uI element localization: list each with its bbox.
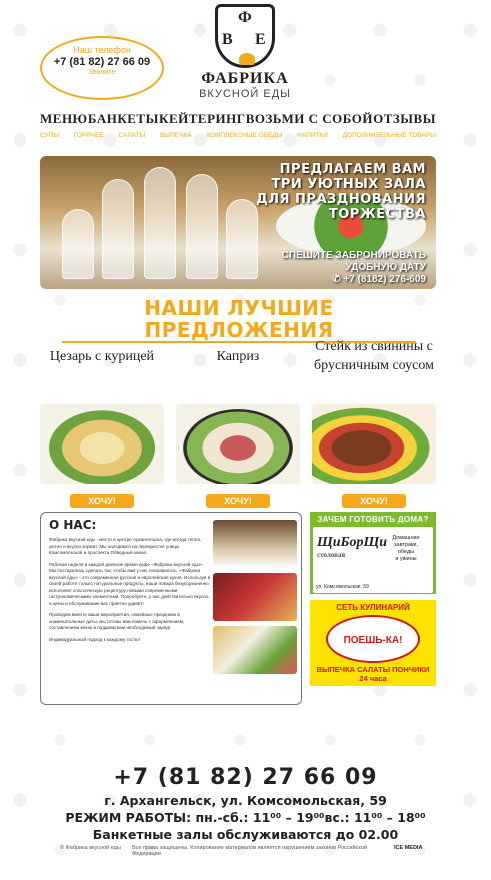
- subnav-drinks[interactable]: НАПИТКИ: [297, 132, 328, 139]
- footer-banquet: Банкетные залы обслуживаются до 02.00: [92, 827, 399, 842]
- promo-side-text: Домашние завтраки, обеды и ужины: [383, 535, 429, 563]
- banner-line: ПРЕДЛАГАЕМ ВАМ: [279, 162, 426, 177]
- promo-brand-name: ЩиБорЩи: [317, 535, 387, 550]
- promo-title: ЗАЧЕМ ГОТОВИТЬ ДОМА?: [317, 515, 429, 524]
- phone-label: Наш телефон: [73, 45, 131, 55]
- main-nav: МЕНЮ БАНКЕТЫ КЕЙТЕРИНГ ВОЗЬМИ С СОБОЙ ОТ…: [40, 111, 436, 127]
- buffet-photo[interactable]: [213, 626, 297, 674]
- pork-steak-image: [312, 404, 436, 484]
- promo-brand-sub: столовая: [317, 551, 346, 559]
- nav-catering[interactable]: КЕЙТЕРИНГ: [159, 111, 246, 127]
- glass-image: [62, 209, 94, 279]
- promo-brand: ЩиБорЩи столовая: [317, 535, 387, 559]
- want-button[interactable]: ХОЧУ!: [206, 494, 270, 508]
- subnav-hot[interactable]: ГОРЯЧЕЕ: [74, 132, 104, 139]
- offer-card: Стейк из свинины с брусничным соусом ХОЧ…: [312, 326, 436, 509]
- promo-bottom-line: ВЫПЕЧКА САЛАТЫ ПОНЧИКИ: [316, 665, 430, 674]
- offer-card: Цезарь с курицей ХОЧУ!: [40, 326, 164, 509]
- banner-cta-line: СПЕШИТЕ ЗАБРОНИРОВАТЬ: [281, 250, 426, 261]
- nav-reviews[interactable]: ОТЗЫВЫ: [373, 111, 436, 127]
- promo-side-line: обеды: [397, 549, 415, 555]
- banner-cta-line: УДОБНУЮ ДАТУ: [345, 262, 426, 273]
- footer-copyright: © Фабрика вкусной еды: [60, 845, 121, 851]
- footer-rights: Все права защищены. Копирование материал…: [132, 845, 368, 857]
- about-section: О НАС: Фабрика вкусной еды - место в цен…: [40, 512, 302, 705]
- subnav-lunches[interactable]: КОМПЛЕКСНЫЕ ОБЕДЫ: [206, 132, 282, 139]
- glass-image: [226, 199, 258, 279]
- nav-banquets[interactable]: БАНКЕТЫ: [88, 111, 159, 127]
- about-paragraph: Фабрика вкусной еды - место в центре Арх…: [49, 537, 202, 555]
- subnav-salads[interactable]: САЛАТЫ: [118, 132, 145, 139]
- footer-phone[interactable]: +7 (81 82) 27 66 09: [0, 765, 491, 790]
- offer-card: Каприз ХОЧУ!: [176, 326, 300, 509]
- glass-image: [144, 167, 176, 279]
- banner-phone-number: +7 (8182) 276-609: [343, 274, 426, 285]
- logo-letter: В: [222, 31, 233, 48]
- want-button[interactable]: ХОЧУ!: [70, 494, 134, 508]
- banner-line: ДЛЯ ПРАЗДНОВАНИЯ: [256, 192, 426, 207]
- logo-letter: Е: [255, 31, 266, 48]
- developer-logo[interactable]: ICE MEDIA: [394, 845, 422, 851]
- promo-bottom: ВЫПЕЧКА САЛАТЫ ПОНЧИКИ 24 часа: [313, 665, 433, 683]
- brand-logo[interactable]: Ф В Е ФАБРИКА ВКУСНОЙ ЕДЫ: [195, 4, 295, 100]
- phone-icon: ✆: [332, 274, 344, 285]
- phone-badge[interactable]: Наш телефон +7 (81 82) 27 66 09 Звоните: [40, 36, 164, 100]
- banner-cta: СПЕШИТЕ ЗАБРОНИРОВАТЬ УДОБНУЮ ДАТУ ✆ +7 …: [282, 250, 426, 286]
- glass-image: [102, 179, 134, 279]
- footer-address: г. Архангельск, ул. Комсомольская, 59: [104, 793, 387, 808]
- logo-letter: Ф: [238, 9, 252, 26]
- promo-side-line: и ужины: [395, 556, 417, 562]
- header-phone[interactable]: +7 (81 82) 27 66 09: [42, 56, 162, 68]
- hall-photo[interactable]: [213, 573, 297, 621]
- promo-shchiborshchi[interactable]: ЗАЧЕМ ГОТОВИТЬ ДОМА? ЩиБорЩи столовая До…: [310, 512, 436, 594]
- brand-subtitle: ВКУСНОЙ ЕДЫ: [199, 88, 291, 100]
- footer-hours: РЕЖИМ РАБОТЫ: пн.-сб.: 11⁰⁰ – 19⁰⁰вс.: 1…: [65, 810, 426, 825]
- chef-hat-icon: [239, 53, 255, 65]
- hero-banner[interactable]: ПРЕДЛАГАЕМ ВАМ ТРИ УЮТНЫХ ЗАЛА ДЛЯ ПРАЗД…: [40, 156, 436, 289]
- kapriz-salad-image: [176, 404, 300, 484]
- want-button[interactable]: ХОЧУ!: [342, 494, 406, 508]
- nav-menu[interactable]: МЕНЮ: [40, 111, 88, 127]
- banner-headline: ПРЕДЛАГАЕМ ВАМ ТРИ УЮТНЫХ ЗАЛА ДЛЯ ПРАЗД…: [256, 162, 426, 222]
- offer-name: Стейк из свинины с брусничным соусом: [314, 339, 434, 373]
- promo-side-line: Домашние: [392, 535, 420, 541]
- subnav-extra[interactable]: ДОПОЛНИТЕЛЬНЫЕ ТОВАРЫ: [343, 132, 436, 139]
- subnav-bakery[interactable]: ВЫПЕЧКА: [160, 132, 192, 139]
- offer-name: Цезарь с курицей: [49, 348, 155, 364]
- about-paragraph: Индивидуальный подход к каждому гостю!: [49, 636, 140, 642]
- hall-photo[interactable]: [213, 520, 297, 568]
- banner-phone[interactable]: ✆ +7 (8182) 276-609: [282, 274, 426, 286]
- promo-address: ул. Комсомольская, 59: [316, 584, 369, 590]
- call-label: Звоните: [88, 69, 116, 76]
- banner-line: ТОРЖЕСТВА: [328, 207, 426, 222]
- offer-name: Каприз: [216, 348, 260, 364]
- subnav-soups[interactable]: СУПЫ: [40, 132, 59, 139]
- glass-image: [186, 174, 218, 279]
- poeshka-logo-text: ПОЕШЬ-КА!: [343, 635, 403, 646]
- promo-box: ЩиБорЩи столовая Домашние завтраки, обед…: [313, 527, 433, 593]
- brand-name: ФАБРИКА: [201, 70, 289, 87]
- logo-emblem: Ф В Е: [215, 4, 275, 68]
- promo-title: СЕТЬ КУЛИНАРИЙ: [336, 603, 410, 612]
- sub-nav: СУПЫ ГОРЯЧЕЕ САЛАТЫ ВЫПЕЧКА КОМПЛЕКСНЫЕ …: [40, 132, 436, 139]
- banner-line: ТРИ УЮТНЫХ ЗАЛА: [271, 177, 426, 192]
- about-paragraph: Рабочая неделя в каждой дневное время ка…: [49, 561, 211, 606]
- promo-side-line: завтраки,: [393, 542, 419, 548]
- caesar-salad-image: [40, 404, 164, 484]
- promo-poeshka[interactable]: СЕТЬ КУЛИНАРИЙ ПОЕШЬ-КА! ВЫПЕЧКА САЛАТЫ …: [310, 600, 436, 686]
- promo-bottom-line: 24 часа: [359, 674, 387, 683]
- nav-takeaway[interactable]: ВОЗЬМИ С СОБОЙ: [246, 111, 373, 127]
- about-paragraph: Проводим вместе ваши мероприятия, семейн…: [49, 612, 185, 630]
- poeshka-logo: ПОЕШЬ-КА!: [326, 615, 420, 663]
